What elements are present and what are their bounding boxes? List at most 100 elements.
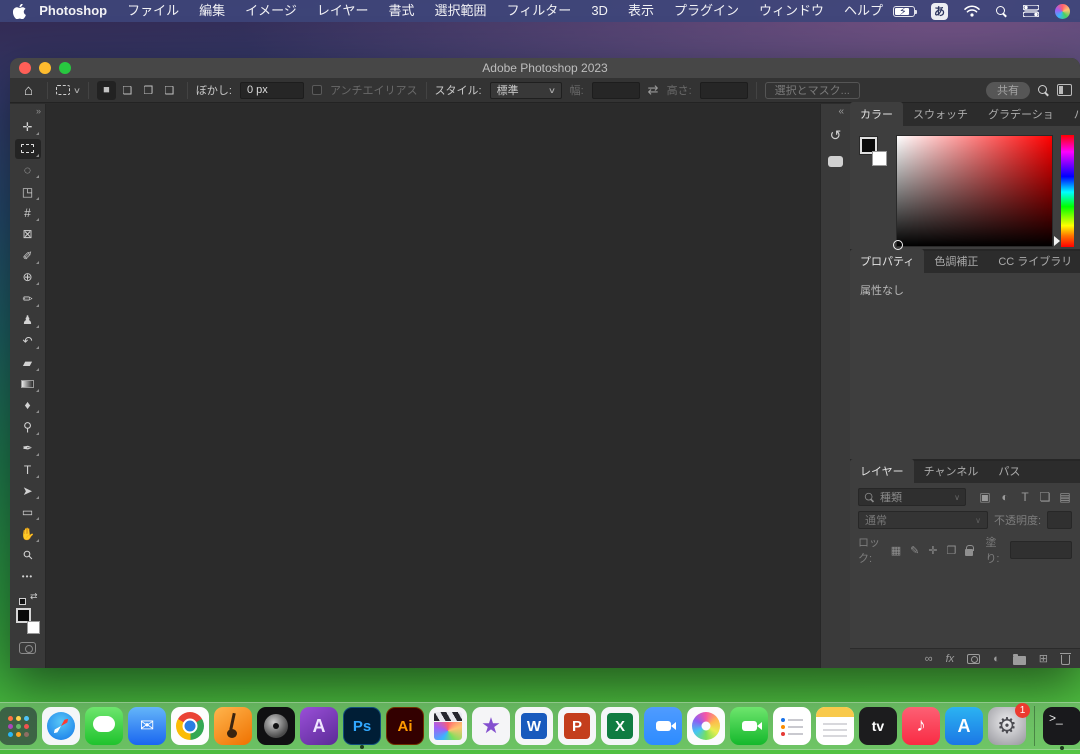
hue-slider[interactable]: [1061, 135, 1074, 247]
control-center-icon[interactable]: [1023, 5, 1039, 17]
tab-layers[interactable]: レイヤー: [850, 459, 914, 483]
menu-filter[interactable]: フィルター: [497, 0, 582, 22]
select-and-mask-button[interactable]: 選択とマスク...: [765, 82, 860, 99]
input-source-icon[interactable]: あ: [931, 3, 948, 20]
dock-app-apple-tv[interactable]: tv: [859, 707, 897, 745]
dock-app-system-settings[interactable]: ⚙1: [988, 707, 1026, 745]
lasso-tool[interactable]: ◌: [15, 160, 41, 180]
brush-tool[interactable]: ✏: [15, 289, 41, 309]
filter-adjustment-layers-icon[interactable]: ◐: [998, 490, 1012, 504]
gradient-tool[interactable]: [15, 374, 41, 394]
dock-app-illustrator[interactable]: Ai: [386, 707, 424, 745]
dock-app-photos[interactable]: [687, 707, 725, 745]
filter-smart-objects-icon[interactable]: ▤: [1058, 490, 1072, 504]
menu-layer[interactable]: レイヤー: [307, 0, 379, 22]
eraser-tool[interactable]: ▰: [15, 353, 41, 373]
tab-properties[interactable]: プロパティ: [850, 249, 924, 273]
dock-app-mail[interactable]: ✉: [128, 707, 166, 745]
tab-swatches[interactable]: スウォッチ: [903, 102, 978, 126]
dock-app-disc[interactable]: [257, 707, 295, 745]
menu-help[interactable]: ヘルプ: [834, 0, 893, 22]
battery-icon[interactable]: ⚡: [893, 6, 915, 17]
height-input[interactable]: [700, 82, 748, 99]
dock-app-terminal[interactable]: >_: [1043, 707, 1080, 745]
hue-slider-handle[interactable]: [1054, 236, 1065, 246]
history-brush-tool[interactable]: ↶: [15, 331, 41, 351]
expand-panels-icon[interactable]: «: [838, 106, 844, 117]
type-tool[interactable]: T: [15, 460, 41, 480]
dock-app-safari[interactable]: [42, 707, 80, 745]
color-picker-handle[interactable]: [893, 240, 903, 250]
link-layers-icon[interactable]: ∞: [925, 653, 933, 665]
tab-color[interactable]: カラー: [850, 102, 903, 126]
lock-transparent-pixels-icon[interactable]: ▦: [891, 544, 901, 557]
spotlight-search-icon[interactable]: [996, 6, 1007, 17]
dock-app-powerpoint[interactable]: P: [558, 707, 596, 745]
dock-app-chrome[interactable]: [171, 707, 209, 745]
menu-view[interactable]: 表示: [618, 0, 664, 22]
pen-tool[interactable]: ✒: [15, 438, 41, 458]
selection-mode-add[interactable]: ❏: [118, 81, 137, 100]
selection-mode-subtract[interactable]: ❐: [139, 81, 158, 100]
tab-adjustments[interactable]: 色調補正: [924, 249, 988, 273]
selection-mode-intersect[interactable]: ❑: [160, 81, 179, 100]
background-color-swatch[interactable]: [872, 151, 887, 166]
new-group-icon[interactable]: [1013, 656, 1026, 665]
menu-plugins[interactable]: プラグイン: [664, 0, 749, 22]
dock-app-zoom[interactable]: [644, 707, 682, 745]
dock-app-photoshop[interactable]: Ps: [343, 707, 381, 745]
share-button[interactable]: 共有: [986, 82, 1030, 99]
object-selection-tool[interactable]: ◳: [15, 182, 41, 202]
lock-all-icon[interactable]: [965, 549, 973, 556]
lock-artboard-icon[interactable]: ❐: [947, 544, 957, 557]
dock-app-notes[interactable]: [816, 707, 854, 745]
dock-app-excel[interactable]: X: [601, 707, 639, 745]
menu-edit[interactable]: 編集: [189, 0, 235, 22]
spot-healing-brush-tool[interactable]: ⊕: [15, 267, 41, 287]
menu-image[interactable]: イメージ: [235, 0, 307, 22]
menu-photoshop[interactable]: Photoshop: [29, 0, 117, 22]
tab-cc-libraries[interactable]: CC ライブラリ: [988, 249, 1080, 273]
menu-3d[interactable]: 3D: [581, 0, 618, 22]
dock-app-facetime[interactable]: [730, 707, 768, 745]
quick-mask-button[interactable]: [19, 642, 36, 654]
filter-pixel-layers-icon[interactable]: ▣: [978, 490, 992, 504]
toolbar-collapse-icon[interactable]: »: [36, 106, 40, 116]
feather-input[interactable]: 0 px: [240, 82, 304, 99]
tab-patterns[interactable]: パターン: [1064, 102, 1080, 126]
dock-app-messages[interactable]: [85, 707, 123, 745]
color-panel-swatches[interactable]: [858, 135, 888, 247]
home-icon[interactable]: ⌂: [24, 82, 33, 99]
dock-app-affinity-photo[interactable]: A: [300, 707, 338, 745]
rectangle-tool[interactable]: ▭: [15, 502, 41, 522]
siri-icon[interactable]: [1055, 4, 1070, 19]
menu-file[interactable]: ファイル: [117, 0, 189, 22]
crop-tool[interactable]: #: [15, 203, 41, 223]
dock-app-imovie[interactable]: ★: [472, 707, 510, 745]
layer-filter-search[interactable]: 種類 ∨: [858, 488, 966, 506]
foreground-background-swatches[interactable]: [15, 608, 41, 634]
wifi-icon[interactable]: [964, 5, 980, 17]
dock-app-garageband[interactable]: [214, 707, 252, 745]
clone-stamp-tool[interactable]: ♟: [15, 310, 41, 330]
lock-image-pixels-icon[interactable]: ✎: [910, 544, 919, 557]
filter-shape-layers-icon[interactable]: ❏: [1038, 490, 1052, 504]
search-icon[interactable]: [1038, 85, 1049, 96]
dock-app-word[interactable]: W: [515, 707, 553, 745]
menu-type[interactable]: 書式: [379, 0, 425, 22]
fill-input[interactable]: [1010, 541, 1072, 559]
workspace-switcher-icon[interactable]: [1057, 84, 1072, 96]
title-bar[interactable]: Adobe Photoshop 2023: [10, 58, 1080, 78]
blur-tool[interactable]: ♦: [15, 395, 41, 415]
tab-gradients[interactable]: グラデーショ: [978, 102, 1064, 126]
tab-channels[interactable]: チャンネル: [914, 459, 989, 483]
frame-tool[interactable]: ⊠: [15, 224, 41, 244]
tool-preset-button[interactable]: ∨: [56, 85, 80, 95]
edit-toolbar-button[interactable]: •••: [15, 567, 41, 587]
filter-type-layers-icon[interactable]: T: [1018, 490, 1032, 504]
antialias-checkbox[interactable]: [312, 85, 322, 95]
new-layer-icon[interactable]: ⊞: [1039, 652, 1048, 665]
dock-app-launchpad[interactable]: [0, 707, 37, 745]
menu-select[interactable]: 選択範囲: [425, 0, 497, 22]
history-panel-icon[interactable]: ↺: [825, 125, 847, 145]
